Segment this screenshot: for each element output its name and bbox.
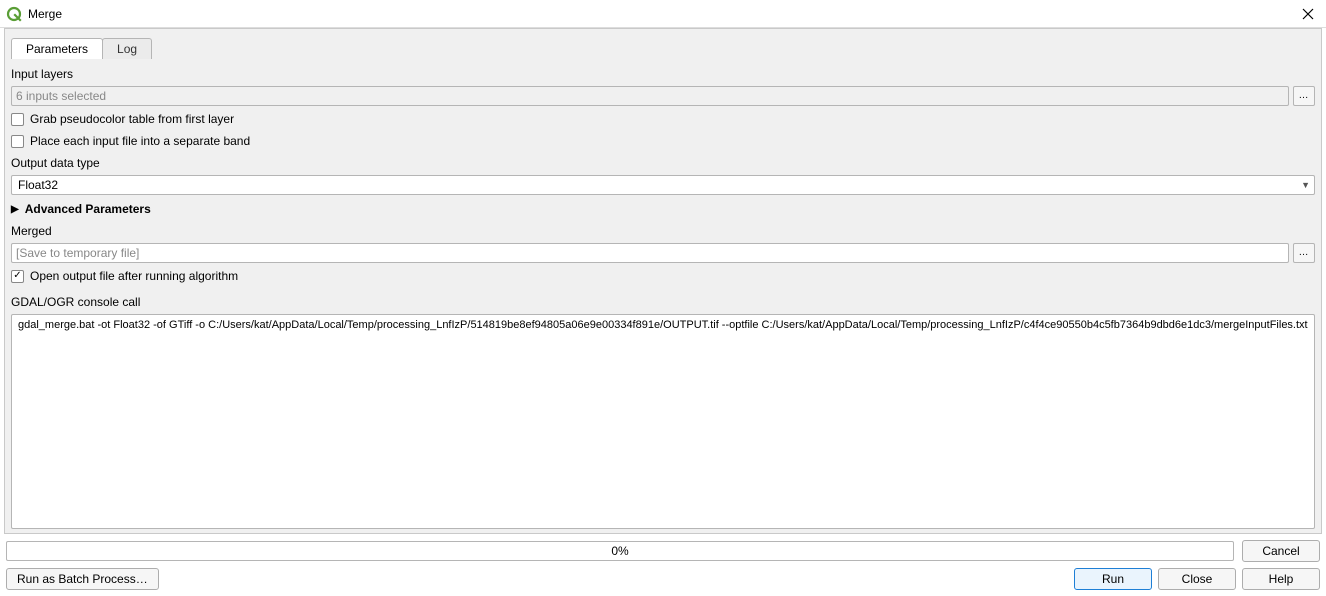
console-call-label: GDAL/OGR console call [11,289,1315,310]
output-data-type-label: Output data type [11,154,1315,171]
title-bar: Merge [0,0,1326,28]
cancel-button[interactable]: Cancel [1242,540,1320,562]
merged-label: Merged [11,222,1315,239]
grab-pseudocolor-checkbox[interactable] [11,113,24,126]
dialog-body: Parameters Log Input layers 6 inputs sel… [4,28,1322,534]
close-button[interactable]: Close [1158,568,1236,590]
progress-text: 0% [611,544,628,558]
separate-band-label: Place each input file into a separate ba… [30,134,250,148]
advanced-parameters-toggle[interactable]: ▶ Advanced Parameters [11,199,1315,218]
dialog-footer: 0% Cancel Run as Batch Process… Run Clos… [0,536,1326,596]
window-title: Merge [28,7,62,21]
merged-output-browse-button[interactable]: … [1293,243,1315,263]
open-output-checkbox[interactable]: ✓ [11,270,24,283]
parameters-panel: Input layers 6 inputs selected … Grab ps… [11,59,1315,529]
console-call-text[interactable]: gdal_merge.bat -ot Float32 -of GTiff -o … [11,314,1315,529]
separate-band-checkbox[interactable] [11,135,24,148]
tab-log[interactable]: Log [102,38,152,59]
merged-output-field[interactable]: [Save to temporary file] [11,243,1289,263]
tab-parameters[interactable]: Parameters [11,38,103,59]
output-data-type-value: Float32 [18,178,58,192]
chevron-down-icon: ▼ [1301,180,1310,190]
tab-bar: Parameters Log [11,35,1315,59]
advanced-parameters-label: Advanced Parameters [25,202,151,216]
run-button[interactable]: Run [1074,568,1152,590]
close-icon[interactable] [1296,2,1320,26]
qgis-icon [6,6,22,22]
triangle-right-icon: ▶ [11,204,19,215]
run-batch-button[interactable]: Run as Batch Process… [6,568,159,590]
input-layers-field[interactable]: 6 inputs selected [11,86,1289,106]
output-data-type-select[interactable]: Float32 ▼ [11,175,1315,195]
help-button[interactable]: Help [1242,568,1320,590]
input-layers-label: Input layers [11,65,1315,82]
progress-bar: 0% [6,541,1234,561]
grab-pseudocolor-label: Grab pseudocolor table from first layer [30,112,234,126]
open-output-label: Open output file after running algorithm [30,269,238,283]
input-layers-browse-button[interactable]: … [1293,86,1315,106]
